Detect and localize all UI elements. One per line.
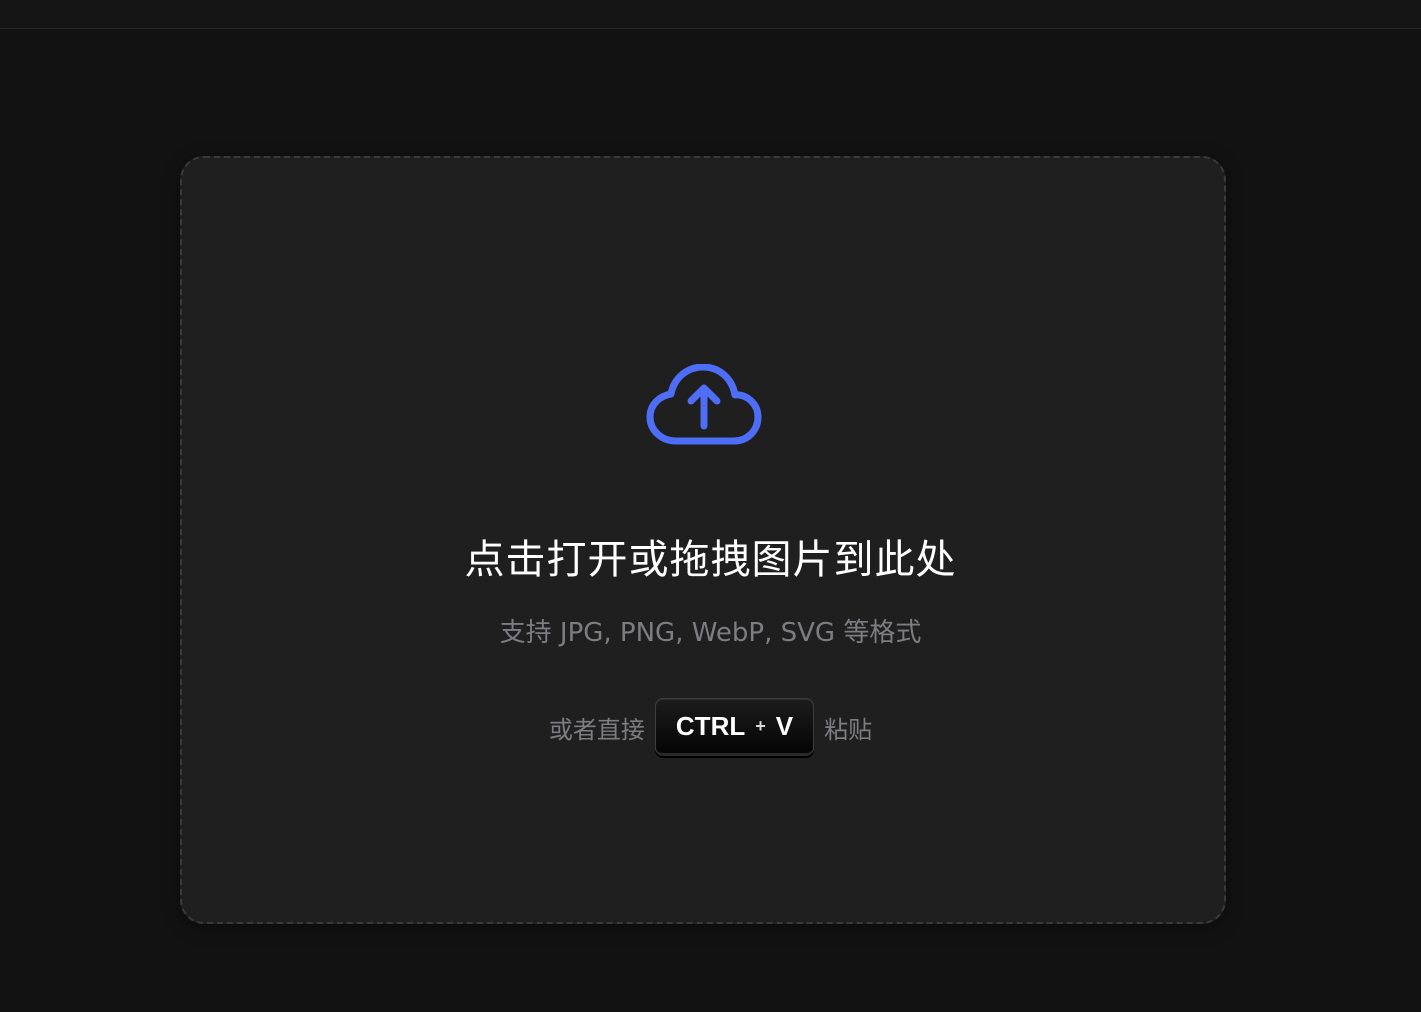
paste-prefix-text: 或者直接 [548,715,645,744]
paste-suffix-text: 粘贴 [824,715,873,744]
supported-formats-text: 支持 JPG, PNG, WebP, SVG 等格式 [499,618,922,648]
drop-zone-title: 点击打开或拖拽图片到此处 [464,537,957,583]
ctrl-key-label: CTRL [675,710,746,741]
paste-hint: 或者直接 CTRL + V 粘贴 [0,696,1421,758]
top-bar [0,0,1421,29]
plus-sign: + [755,715,766,736]
cloud-upload-icon [646,364,762,445]
v-key-label: V [775,710,794,741]
ctrl-v-shortcut-key: CTRL + V [654,698,815,756]
